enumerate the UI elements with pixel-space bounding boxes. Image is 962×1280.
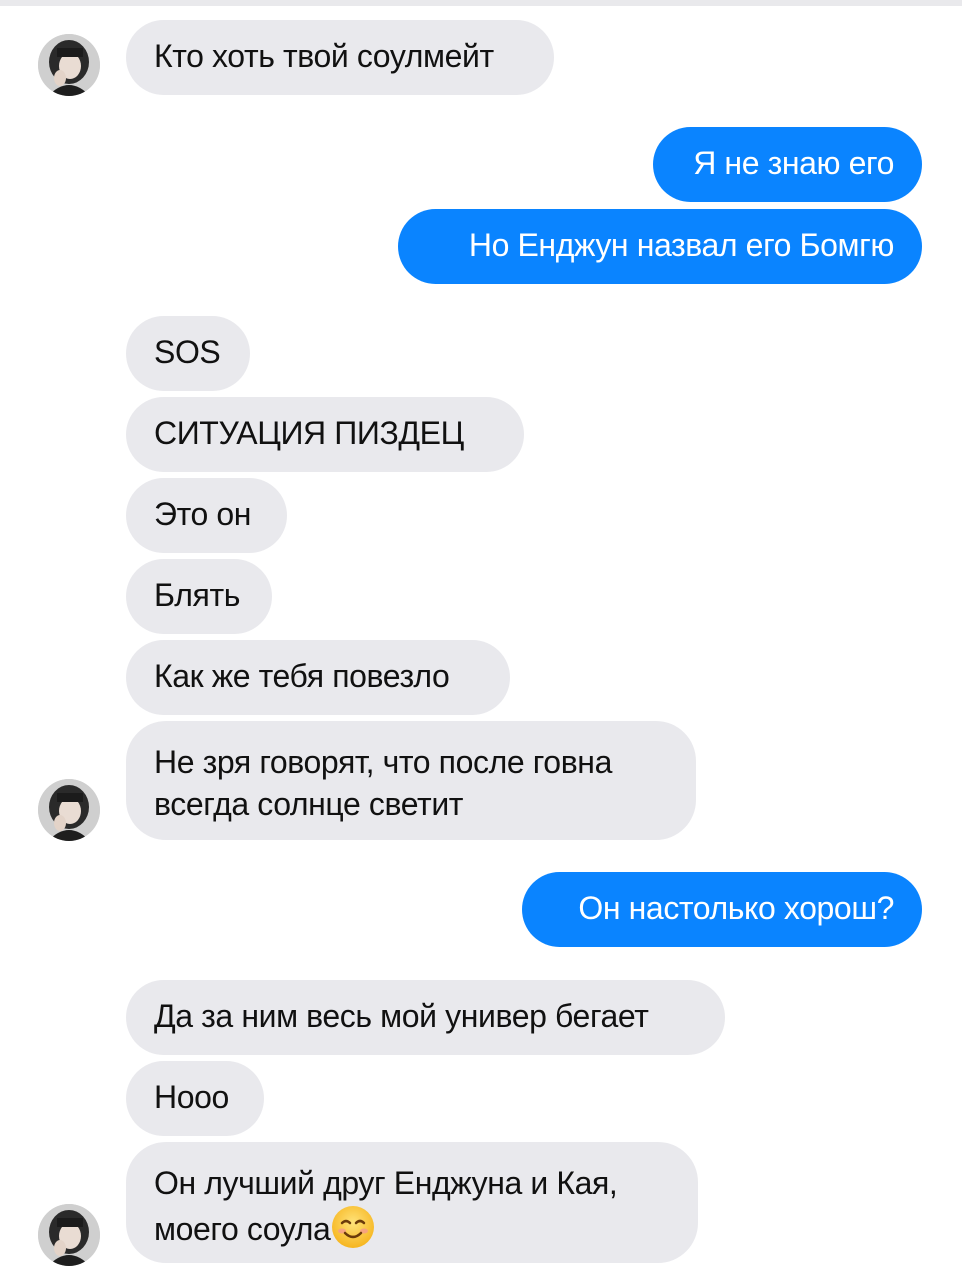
message-text: Это он <box>154 496 252 532</box>
contact-avatar[interactable] <box>38 1204 100 1266</box>
message-bubble-outgoing[interactable]: Он настолько хорош? <box>522 872 922 947</box>
message-text: Но Енджун назвал его Бомгю <box>468 227 895 263</box>
message-bubble-outgoing[interactable]: Я не знаю его <box>653 127 922 202</box>
message-text-line: моего соула <box>154 1211 331 1247</box>
avatar-image-icon <box>38 34 100 96</box>
message-text: SOS <box>154 334 221 370</box>
message-text: Как же тебя повезло <box>154 658 450 694</box>
message-text-line: Не зря говорят, что после говна <box>154 744 612 780</box>
message-bubble-incoming[interactable]: Кто хоть твой соулмейт <box>126 20 554 95</box>
message-bubble-incoming[interactable]: Блять <box>126 559 272 634</box>
message-bubble-incoming[interactable]: Он лучший друг Енджуна и Кая, моего соул… <box>126 1142 698 1263</box>
message-bubble-outgoing[interactable]: Но Енджун назвал его Бомгю <box>398 209 922 284</box>
top-divider <box>0 0 962 6</box>
message-text: СИТУАЦИЯ ПИЗДЕЦ <box>154 415 464 451</box>
message-text: Я не знаю его <box>693 145 894 181</box>
message-bubble-incoming[interactable]: СИТУАЦИЯ ПИЗДЕЦ <box>126 397 524 472</box>
contact-avatar[interactable] <box>38 779 100 841</box>
smiling-face-emoji-icon <box>332 1206 375 1248</box>
message-text: Нооо <box>154 1079 229 1115</box>
message-text: Блять <box>154 577 240 613</box>
contact-avatar[interactable] <box>38 34 100 96</box>
message-text-line: всегда солнце светит <box>154 786 464 822</box>
message-bubble-incoming[interactable]: Нооо <box>126 1061 264 1136</box>
message-bubble-incoming[interactable]: Как же тебя повезло <box>126 640 510 715</box>
message-bubble-incoming[interactable]: Это он <box>126 478 287 553</box>
message-bubble-incoming[interactable]: Да за ним весь мой универ бегает <box>126 980 725 1055</box>
message-text: Кто хоть твой соулмейт <box>154 38 494 74</box>
message-text: Он настолько хорош? <box>578 890 894 926</box>
message-bubble-incoming[interactable]: SOS <box>126 316 250 391</box>
message-text-line-with-emoji: моего соула <box>154 1204 670 1250</box>
avatar-image-icon <box>38 1204 100 1266</box>
message-bubble-incoming[interactable]: Не зря говорят, что после говна всегда с… <box>126 721 696 840</box>
avatar-image-icon <box>38 779 100 841</box>
message-text: Да за ним весь мой универ бегает <box>154 998 649 1034</box>
message-text-line: Он лучший друг Енджуна и Кая, <box>154 1165 618 1201</box>
